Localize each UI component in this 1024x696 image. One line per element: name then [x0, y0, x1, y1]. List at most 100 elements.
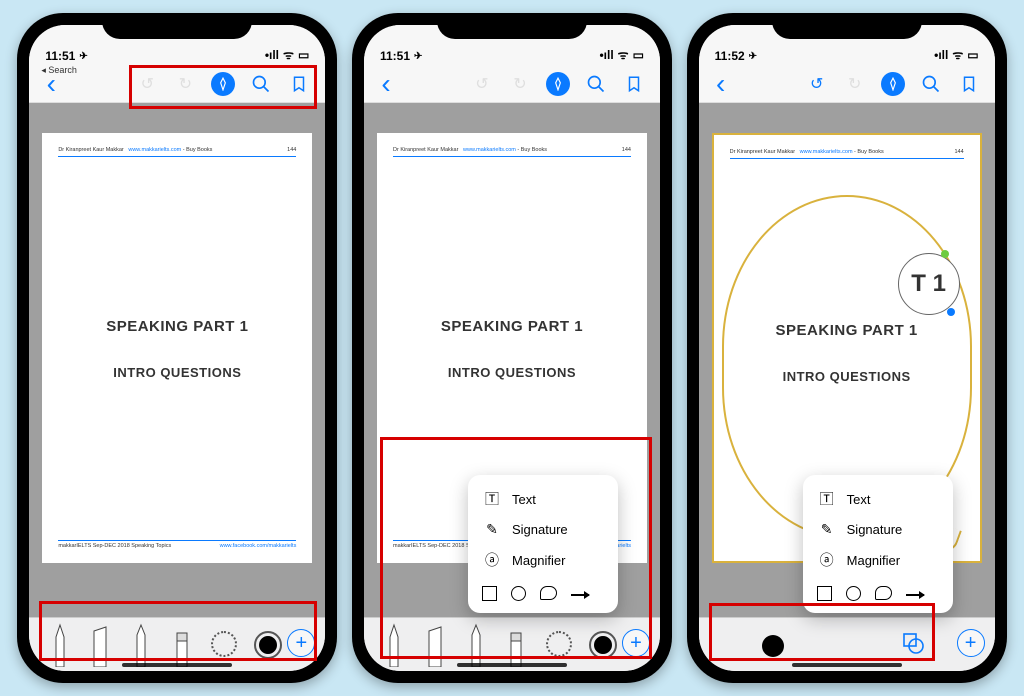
bookmark-icon[interactable]: [957, 72, 981, 96]
add-popup: 🅃Text ✎Signature ⓐMagnifier: [803, 475, 953, 613]
wifi-icon: ᯤ: [618, 46, 629, 63]
add-button[interactable]: +: [957, 629, 985, 657]
lasso-tool[interactable]: [546, 631, 572, 657]
footer-link[interactable]: www.facebook.com/makkarielts: [220, 543, 297, 549]
color-well[interactable]: [591, 633, 615, 657]
search-icon[interactable]: [249, 72, 273, 96]
footer-text: makkarIELTS Sep-DEC 2018 Speaking Topics: [58, 543, 171, 549]
page-subtitle: INTRO QUESTIONS: [113, 365, 241, 380]
eraser-tool[interactable]: [171, 621, 193, 667]
phone-3: 11:52 ✈ •ıll ᯤ ▭ ‹ ↺ ↻: [687, 13, 1007, 683]
back-button[interactable]: ‹: [709, 72, 733, 96]
page-subtitle: INTRO QUESTIONS: [448, 365, 576, 380]
site-link[interactable]: www.makkarielts.com: [463, 147, 516, 153]
add-button[interactable]: +: [287, 629, 315, 657]
popup-text[interactable]: 🅃Text: [803, 483, 953, 515]
document-viewport[interactable]: Dr Kiranpreet Kaur Makkar www.makkarielt…: [29, 103, 325, 617]
home-indicator[interactable]: [122, 663, 232, 667]
add-button[interactable]: +: [622, 629, 650, 657]
loupe-handle-resize[interactable]: [941, 250, 949, 258]
page-title: SPEAKING PART 1: [106, 318, 248, 335]
home-indicator[interactable]: [457, 663, 567, 667]
phone-1: 11:51 ✈ •ıll ᯤ ▭ ◂ Search ‹ ↺ ↻: [17, 13, 337, 683]
shape-speech[interactable]: [875, 586, 892, 600]
site-link[interactable]: www.makkarielts.com: [800, 149, 853, 155]
signal-icon: •ıll: [599, 48, 613, 62]
pen-tool[interactable]: [49, 621, 71, 667]
battery-icon: ▭: [633, 48, 644, 62]
add-popup: 🅃Text ✎Signature ⓐMagnifier: [468, 475, 618, 613]
redo-icon[interactable]: ↻: [508, 72, 532, 96]
markup-button[interactable]: [881, 72, 905, 96]
back-button[interactable]: ‹: [374, 72, 398, 96]
wifi-icon: ᯤ: [283, 46, 294, 63]
author: Dr Kiranpreet Kaur Makkar: [730, 149, 795, 155]
site-link[interactable]: www.makkarielts.com: [128, 147, 181, 153]
shape-arrow[interactable]: [906, 594, 924, 596]
lasso-tool[interactable]: [211, 631, 237, 657]
notch: [772, 13, 922, 39]
phone-2: 11:51 ✈ •ıll ᯤ ▭ ‹ ↺ ↻: [352, 13, 672, 683]
screen: 11:51 ✈ •ıll ᯤ ▭ ‹ ↺ ↻: [364, 25, 660, 671]
page-number: 144: [287, 147, 296, 153]
color-well[interactable]: [256, 633, 280, 657]
popup-signature[interactable]: ✎Signature: [803, 515, 953, 544]
magnifier-annotation[interactable]: T 1: [898, 253, 960, 315]
markup-button[interactable]: [211, 72, 235, 96]
search-icon[interactable]: [584, 72, 608, 96]
shape-speech[interactable]: [540, 586, 557, 600]
screen: 11:52 ✈ •ıll ᯤ ▭ ‹ ↺ ↻: [699, 25, 995, 671]
undo-icon[interactable]: ↺: [470, 72, 494, 96]
popup-signature[interactable]: ✎Signature: [468, 515, 618, 544]
clock: 11:51: [45, 49, 75, 63]
toolbar: ‹ ↺ ↻: [699, 65, 995, 103]
pencil-tool[interactable]: [465, 621, 487, 667]
markup-button[interactable]: [546, 72, 570, 96]
marker-tool[interactable]: [89, 621, 111, 667]
eraser-tool[interactable]: [505, 621, 527, 667]
wifi-icon: ᯤ: [952, 46, 963, 63]
location-icon: ✈: [749, 51, 757, 62]
shape-circle[interactable]: [511, 586, 526, 601]
shape-square[interactable]: [817, 586, 832, 601]
marker-tool[interactable]: [424, 621, 446, 667]
battery-icon: ▭: [298, 48, 309, 62]
redo-icon[interactable]: ↻: [173, 72, 197, 96]
page-title: SPEAKING PART 1: [441, 318, 583, 335]
pencil-tool[interactable]: [130, 621, 152, 667]
fill-color[interactable]: [762, 635, 784, 657]
popup-text[interactable]: 🅃Text: [468, 483, 618, 515]
loupe-handle-zoom[interactable]: [947, 308, 955, 316]
undo-icon[interactable]: ↺: [135, 72, 159, 96]
pdf-page: Dr Kiranpreet Kaur Makkar www.makkarielt…: [42, 133, 312, 563]
shape-circle[interactable]: [846, 586, 861, 601]
toolbar: ‹ ↺ ↻: [364, 65, 660, 103]
popup-magnifier[interactable]: ⓐMagnifier: [803, 544, 953, 576]
notch: [102, 13, 252, 39]
clock: 11:51: [380, 49, 410, 63]
shape-arrow[interactable]: [571, 594, 589, 596]
location-icon: ✈: [79, 51, 87, 62]
search-icon[interactable]: [919, 72, 943, 96]
shape-style-button[interactable]: [901, 631, 925, 661]
back-to-search[interactable]: ◂ Search: [41, 65, 77, 76]
shape-square[interactable]: [482, 586, 497, 601]
bookmark-icon[interactable]: [287, 72, 311, 96]
location-icon: ✈: [414, 51, 422, 62]
signal-icon: •ıll: [934, 48, 948, 62]
notch: [437, 13, 587, 39]
undo-icon[interactable]: ↺: [805, 72, 829, 96]
author: Dr Kiranpreet Kaur Makkar: [58, 147, 123, 153]
page-number: 144: [954, 149, 963, 155]
clock: 11:52: [715, 49, 745, 63]
author: Dr Kiranpreet Kaur Makkar: [393, 147, 458, 153]
popup-magnifier[interactable]: ⓐMagnifier: [468, 544, 618, 576]
home-indicator[interactable]: [792, 663, 902, 667]
signal-icon: •ıll: [265, 48, 279, 62]
pen-tool[interactable]: [383, 621, 405, 667]
page-number: 144: [622, 147, 631, 153]
bookmark-icon[interactable]: [622, 72, 646, 96]
loupe-text: T 1: [911, 270, 946, 298]
redo-icon[interactable]: ↻: [843, 72, 867, 96]
screen: 11:51 ✈ •ıll ᯤ ▭ ◂ Search ‹ ↺ ↻: [29, 25, 325, 671]
